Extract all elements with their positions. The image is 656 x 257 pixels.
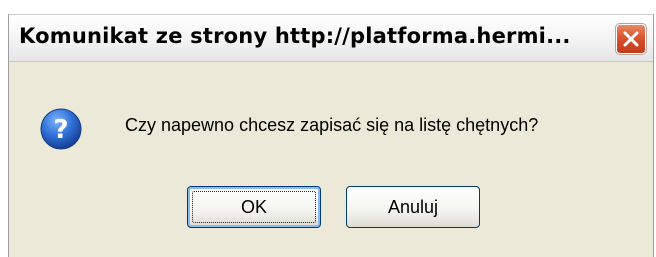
alert-dialog: Komunikat ze strony http://platforma.her…: [8, 14, 654, 257]
focus-ring: [192, 191, 316, 223]
dialog-titlebar[interactable]: Komunikat ze strony http://platforma.her…: [9, 14, 653, 62]
svg-text:?: ?: [53, 115, 68, 145]
cancel-button[interactable]: Anuluj: [346, 186, 480, 228]
ok-button[interactable]: OK: [187, 186, 321, 228]
dialog-title: Komunikat ze strony http://platforma.her…: [19, 24, 571, 48]
cancel-button-label: Anuluj: [387, 197, 439, 217]
close-button[interactable]: [616, 24, 646, 54]
question-icon: ?: [40, 108, 82, 150]
dialog-message: Czy napewno chcesz zapisać się na listę …: [125, 115, 539, 135]
dialog-body: ? Czy napewno chcesz zapisać się na list…: [9, 62, 653, 257]
close-icon: [623, 31, 639, 47]
